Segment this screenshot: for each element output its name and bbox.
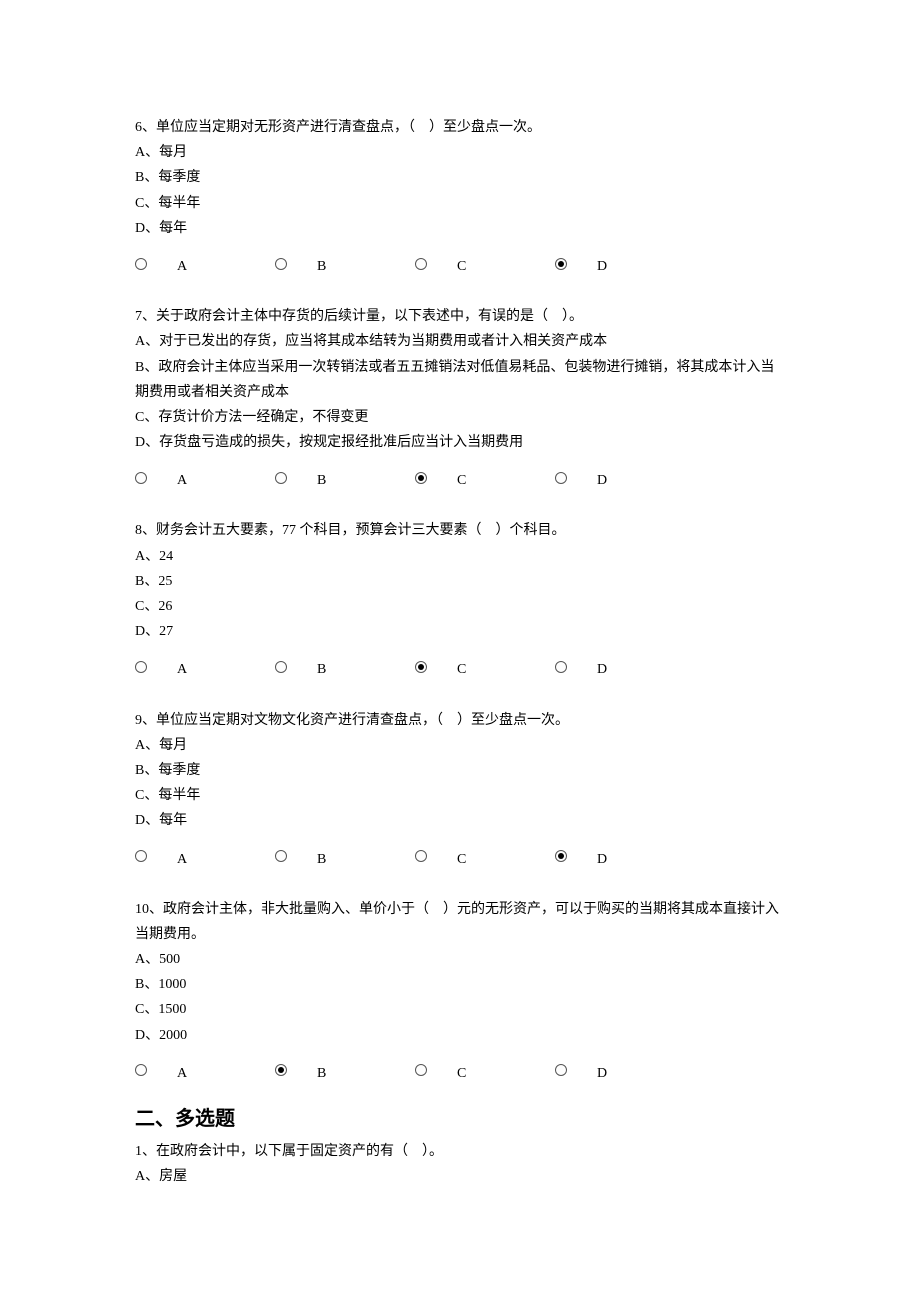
question-option-d-text: D、每年 [135, 216, 785, 241]
radio-option-c[interactable]: C [415, 844, 555, 869]
radio-group: A B C D [135, 465, 785, 490]
question-option-b-text: B、25 [135, 569, 785, 594]
radio-label: C [457, 657, 466, 682]
question-option-d-text: D、存货盘亏造成的损失，按规定报经批准后应当计入当期费用 [135, 430, 785, 455]
radio-label: A [177, 1061, 187, 1086]
radio-label: D [597, 847, 607, 872]
radio-option-d[interactable]: D [555, 654, 695, 679]
radio-option-a[interactable]: A [135, 251, 275, 276]
radio-icon [135, 850, 147, 862]
radio-icon [135, 258, 147, 270]
radio-label: A [177, 847, 187, 872]
radio-option-a[interactable]: A [135, 465, 275, 490]
question-text: 7、关于政府会计主体中存货的后续计量，以下表述中，有误的是（ ）。 [135, 304, 785, 329]
radio-icon [135, 1064, 147, 1076]
radio-icon-selected [415, 661, 427, 673]
question-8: 8、财务会计五大要素，77 个科目，预算会计三大要素（ ）个科目。 A、24 B… [135, 518, 785, 679]
question-option-d-text: D、27 [135, 619, 785, 644]
radio-label: D [597, 657, 607, 682]
radio-icon-selected [275, 1064, 287, 1076]
radio-label: D [597, 254, 607, 279]
radio-icon-selected [415, 472, 427, 484]
radio-group: A B C D [135, 1058, 785, 1083]
question-10: 10、政府会计主体，非大批量购入、单价小于（ ）元的无形资产，可以于购买的当期将… [135, 897, 785, 1083]
radio-option-a[interactable]: A [135, 1058, 275, 1083]
radio-group: A B C D [135, 654, 785, 679]
radio-label: C [457, 847, 466, 872]
radio-icon [275, 661, 287, 673]
question-7: 7、关于政府会计主体中存货的后续计量，以下表述中，有误的是（ ）。 A、对于已发… [135, 304, 785, 490]
radio-icon [555, 661, 567, 673]
radio-label: D [597, 468, 607, 493]
radio-option-b[interactable]: B [275, 1058, 415, 1083]
question-option-c-text: C、26 [135, 594, 785, 619]
radio-label: A [177, 468, 187, 493]
question-option-d-text: D、每年 [135, 808, 785, 833]
radio-option-b[interactable]: B [275, 465, 415, 490]
radio-label: B [317, 657, 326, 682]
radio-option-d[interactable]: D [555, 465, 695, 490]
question-option-c-text: C、每半年 [135, 783, 785, 808]
question-option-d-text: D、2000 [135, 1023, 785, 1048]
question-option-a-text: A、24 [135, 544, 785, 569]
section-heading-multi: 二、多选题 [135, 1101, 785, 1137]
radio-label: B [317, 468, 326, 493]
radio-group: A B C D [135, 251, 785, 276]
question-option-a-text: A、房屋 [135, 1164, 785, 1189]
radio-icon [135, 661, 147, 673]
radio-icon [415, 258, 427, 270]
question-9: 9、单位应当定期对文物文化资产进行清查盘点，（ ）至少盘点一次。 A、每月 B、… [135, 708, 785, 869]
radio-icon-selected [555, 850, 567, 862]
question-option-a-text: A、每月 [135, 140, 785, 165]
radio-icon [415, 1064, 427, 1076]
radio-icon [135, 472, 147, 484]
radio-label: B [317, 847, 326, 872]
question-option-b-text: B、政府会计主体应当采用一次转销法或者五五摊销法对低值易耗品、包装物进行摊销，将… [135, 355, 785, 405]
question-option-b-text: B、1000 [135, 972, 785, 997]
question-option-b-text: B、每季度 [135, 758, 785, 783]
question-option-c-text: C、存货计价方法一经确定，不得变更 [135, 405, 785, 430]
radio-label: C [457, 468, 466, 493]
question-6: 6、单位应当定期对无形资产进行清查盘点，（ ）至少盘点一次。 A、每月 B、每季… [135, 115, 785, 276]
radio-option-d[interactable]: D [555, 844, 695, 869]
radio-option-c[interactable]: C [415, 654, 555, 679]
question-text: 9、单位应当定期对文物文化资产进行清查盘点，（ ）至少盘点一次。 [135, 708, 785, 733]
question-text: 10、政府会计主体，非大批量购入、单价小于（ ）元的无形资产，可以于购买的当期将… [135, 897, 785, 947]
question-text: 1、在政府会计中，以下属于固定资产的有（ ）。 [135, 1139, 785, 1164]
radio-option-b[interactable]: B [275, 844, 415, 869]
radio-label: A [177, 657, 187, 682]
question-text: 6、单位应当定期对无形资产进行清查盘点，（ ）至少盘点一次。 [135, 115, 785, 140]
radio-option-a[interactable]: A [135, 844, 275, 869]
radio-icon [275, 472, 287, 484]
question-option-a-text: A、500 [135, 947, 785, 972]
question-option-c-text: C、每半年 [135, 191, 785, 216]
radio-option-b[interactable]: B [275, 654, 415, 679]
radio-label: D [597, 1061, 607, 1086]
radio-option-c[interactable]: C [415, 465, 555, 490]
radio-icon [415, 850, 427, 862]
radio-icon-selected [555, 258, 567, 270]
radio-label: B [317, 254, 326, 279]
radio-option-c[interactable]: C [415, 1058, 555, 1083]
radio-label: B [317, 1061, 326, 1086]
radio-option-b[interactable]: B [275, 251, 415, 276]
radio-label: C [457, 1061, 466, 1086]
radio-option-d[interactable]: D [555, 251, 695, 276]
radio-option-d[interactable]: D [555, 1058, 695, 1083]
radio-icon [555, 472, 567, 484]
radio-icon [275, 258, 287, 270]
question-option-a-text: A、每月 [135, 733, 785, 758]
radio-option-c[interactable]: C [415, 251, 555, 276]
question-option-c-text: C、1500 [135, 997, 785, 1022]
radio-label: C [457, 254, 466, 279]
radio-label: A [177, 254, 187, 279]
radio-icon [275, 850, 287, 862]
question-option-a-text: A、对于已发出的存货，应当将其成本结转为当期费用或者计入相关资产成本 [135, 329, 785, 354]
question-option-b-text: B、每季度 [135, 165, 785, 190]
radio-option-a[interactable]: A [135, 654, 275, 679]
radio-icon [555, 1064, 567, 1076]
radio-group: A B C D [135, 844, 785, 869]
question-text: 8、财务会计五大要素，77 个科目，预算会计三大要素（ ）个科目。 [135, 518, 785, 543]
